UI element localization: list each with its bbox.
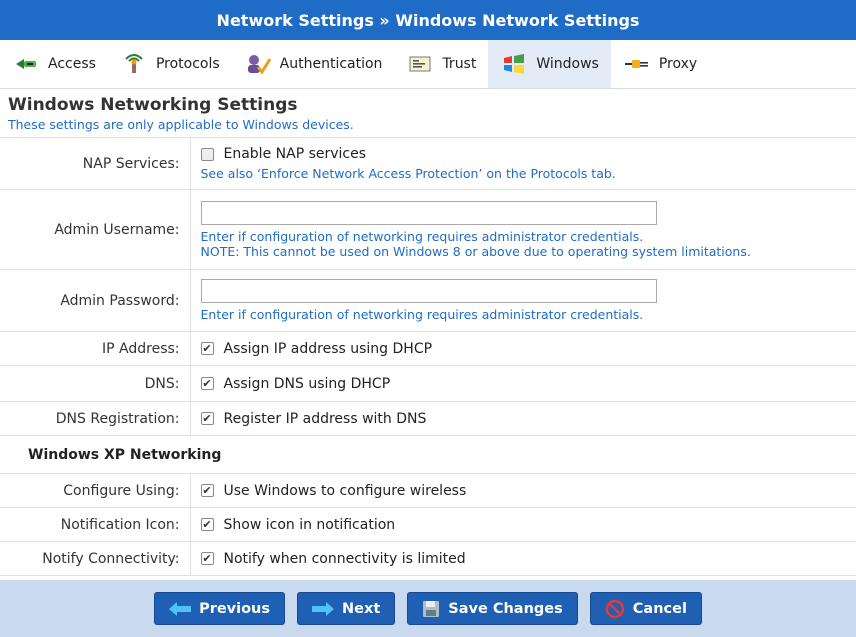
floppy-disk-icon — [422, 600, 440, 618]
tab-trust[interactable]: Trust — [394, 40, 488, 88]
arrow-right-icon — [312, 601, 335, 616]
nap-hint: See also ‘Enforce Network Access Protect… — [200, 166, 616, 181]
admin-username-hint: Enter if configuration of networking req… — [200, 228, 644, 244]
notification-icon-checkbox[interactable]: ✔ — [200, 518, 214, 531]
notify-connectivity-checkbox-label: Notify when connectivity is limited — [223, 550, 466, 567]
configure-using-checkbox[interactable]: ✔ — [200, 484, 214, 497]
dns-registration-checkbox[interactable]: ✔ — [200, 412, 214, 425]
ip-address-checkbox-label: Assign IP address using DHCP — [223, 340, 433, 357]
settings-form: NAP Services: Enable NAP services See al… — [0, 137, 856, 576]
tab-authentication[interactable]: Authentication — [232, 40, 395, 88]
dns-row: DNS: ✔ Assign DNS using DHCP — [0, 365, 856, 402]
dns-registration-label: DNS Registration: — [0, 401, 191, 436]
dns-checkbox[interactable]: ✔ — [200, 377, 214, 390]
dns-checkbox-label: Assign DNS using DHCP — [223, 375, 391, 392]
tab-authentication-label: Authentication — [279, 56, 383, 72]
authentication-icon — [244, 53, 272, 75]
tab-trust-label: Trust — [442, 56, 477, 72]
tab-windows[interactable]: Windows — [488, 40, 611, 88]
xp-heading-row: Windows XP Networking — [0, 435, 856, 474]
previous-button-label: Previous — [199, 600, 271, 617]
admin-password-row: Admin Password: Enter if configuration o… — [0, 269, 856, 332]
tab-protocols-label: Protocols — [155, 56, 220, 72]
admin-username-input[interactable] — [200, 200, 657, 225]
configure-using-row: Configure Using: ✔ Use Windows to config… — [0, 473, 856, 508]
dns-registration-row: DNS Registration: ✔ Register IP address … — [0, 401, 856, 436]
next-button-label: Next — [342, 600, 381, 617]
notify-connectivity-checkbox[interactable]: ✔ — [200, 552, 214, 565]
admin-username-note: NOTE: This cannot be used on Windows 8 o… — [200, 243, 751, 259]
ip-address-label: IP Address: — [0, 331, 191, 366]
dns-registration-checkbox-label: Register IP address with DNS — [223, 410, 427, 427]
section-title: Windows Networking Settings — [8, 95, 298, 115]
configure-using-checkbox-label: Use Windows to configure wireless — [223, 482, 467, 499]
tab-bar: Access Protocols Authentication Trust Wi… — [0, 40, 856, 89]
network-settings-page: Network Settings » Windows Network Setti… — [0, 0, 856, 637]
save-changes-button[interactable]: Save Changes — [407, 592, 578, 625]
notification-icon-checkbox-label: Show icon in notification — [223, 516, 396, 533]
section-header: Windows Networking Settings These settin… — [0, 89, 856, 132]
button-bar: Previous Next Save Changes Cancel — [0, 580, 856, 637]
notify-connectivity-label: Notify Connectivity: — [0, 541, 191, 576]
previous-button[interactable]: Previous — [154, 592, 286, 625]
proxy-icon — [623, 53, 651, 75]
nap-checkbox-label: Enable NAP services — [223, 146, 367, 162]
xp-heading: Windows XP Networking — [0, 435, 856, 474]
windows-icon — [500, 53, 528, 75]
cancel-button-label: Cancel — [632, 600, 687, 617]
cancel-button[interactable]: Cancel — [589, 592, 702, 625]
save-changes-button-label: Save Changes — [448, 600, 563, 617]
protocols-icon — [120, 53, 148, 75]
page-title: Network Settings » Windows Network Setti… — [0, 0, 856, 40]
trust-icon — [406, 53, 434, 75]
tab-access-label: Access — [48, 56, 96, 72]
notification-icon-row: Notification Icon: ✔ Show icon in notifi… — [0, 507, 856, 542]
tab-proxy-label: Proxy — [658, 56, 698, 72]
cancel-icon — [605, 599, 625, 619]
admin-password-label: Admin Password: — [0, 269, 191, 332]
nap-checkbox[interactable] — [200, 147, 214, 161]
nap-row: NAP Services: Enable NAP services See al… — [0, 137, 856, 190]
ip-address-row: IP Address: ✔ Assign IP address using DH… — [0, 331, 856, 366]
admin-password-input[interactable] — [200, 279, 657, 303]
dns-label: DNS: — [0, 365, 191, 402]
notify-connectivity-row: Notify Connectivity: ✔ Notify when conne… — [0, 541, 856, 576]
admin-username-row: Admin Username: Enter if configuration o… — [0, 189, 856, 270]
tab-proxy[interactable]: Proxy — [611, 40, 709, 88]
tab-access[interactable]: Access — [0, 40, 108, 88]
notification-icon-label: Notification Icon: — [0, 507, 191, 542]
tab-protocols[interactable]: Protocols — [108, 40, 232, 88]
tab-windows-label: Windows — [536, 56, 599, 72]
nap-label: NAP Services: — [0, 137, 191, 190]
admin-username-label: Admin Username: — [0, 189, 191, 270]
arrow-left-icon — [169, 601, 192, 616]
configure-using-label: Configure Using: — [0, 473, 191, 508]
ip-address-checkbox[interactable]: ✔ — [200, 342, 214, 355]
access-icon — [12, 53, 40, 75]
admin-password-hint: Enter if configuration of networking req… — [200, 307, 644, 322]
section-subtitle: These settings are only applicable to Wi… — [8, 117, 354, 132]
next-button[interactable]: Next — [297, 592, 396, 625]
